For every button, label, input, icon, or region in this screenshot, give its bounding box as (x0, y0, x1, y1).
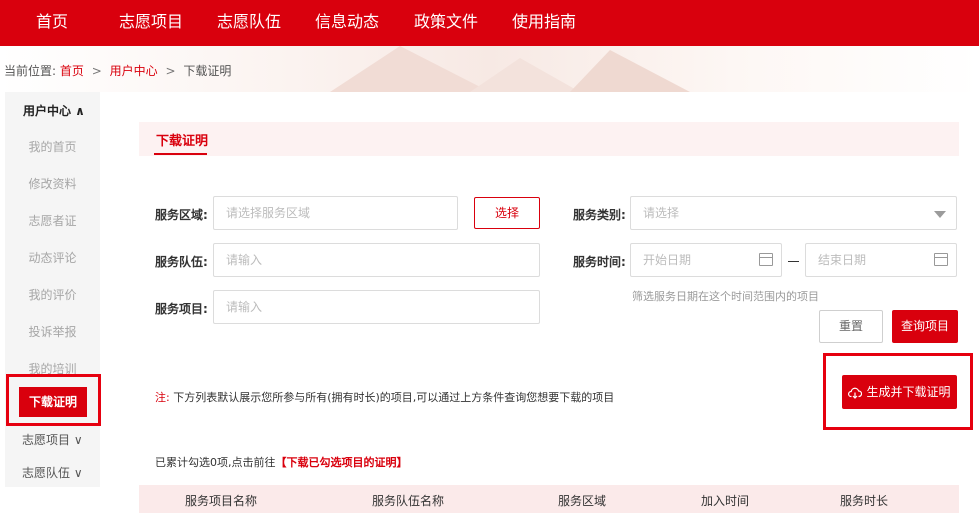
note-prefix: 注: (155, 391, 170, 404)
table-header-join-time: 加入时间 (701, 494, 750, 508)
nav-item-teams[interactable]: 志愿队伍 (217, 0, 281, 46)
section-title-bar: 下载证明 (139, 122, 959, 156)
breadcrumb-separator: > (165, 64, 176, 78)
sidebar-item-my-home[interactable]: 我的首页 (5, 138, 100, 155)
breadcrumb-user-center-link[interactable]: 用户中心 (110, 64, 158, 78)
table-header: 服务项目名称 服务队伍名称 服务区域 加入时间 服务时长 (139, 485, 959, 513)
service-category-placeholder: 请选择 (643, 206, 680, 220)
sidebar-item-comments[interactable]: 动态评论 (5, 249, 100, 266)
banner-mountain-decoration (470, 58, 580, 92)
table-header-area: 服务区域 (558, 494, 607, 508)
service-project-input[interactable]: 请输入 (213, 290, 540, 324)
service-area-label: 服务区域: (155, 208, 208, 222)
nav-item-policies[interactable]: 政策文件 (414, 0, 478, 46)
nav-item-news[interactable]: 信息动态 (315, 0, 379, 46)
breadcrumb-home-link[interactable]: 首页 (60, 64, 84, 78)
query-projects-button[interactable]: 查询项目 (892, 310, 958, 343)
service-team-input[interactable]: 请输入 (213, 243, 540, 277)
sidebar-group-teams[interactable]: 志愿队伍 ∨ (5, 464, 100, 481)
nav-item-home[interactable]: 首页 (36, 0, 68, 46)
sidebar-item-volunteer-card[interactable]: 志愿者证 (5, 212, 100, 229)
nav-item-guide[interactable]: 使用指南 (512, 0, 576, 46)
sidebar-group-projects[interactable]: 志愿项目 ∨ (5, 431, 100, 448)
banner-mountain-decoration (330, 46, 490, 92)
start-date-input[interactable]: 开始日期 (630, 243, 782, 277)
date-range-separator (788, 261, 799, 262)
select-area-button[interactable]: 选择 (474, 197, 540, 229)
breadcrumb: 当前位置: 首页 > 用户中心 > 下载证明 (4, 62, 231, 79)
end-date-input[interactable]: 结束日期 (805, 243, 957, 277)
chevron-down-icon (934, 211, 946, 218)
calendar-icon (934, 253, 948, 266)
list-note: 注: 下方列表默认展示您所参与所有(拥有时长)的项目,可以通过上方条件查询您想要… (155, 389, 614, 405)
selection-counter: 已累计勾选0项,点击前往【下载已勾选项目的证明】 (155, 454, 408, 470)
service-area-input[interactable]: 请选择服务区域 (213, 196, 458, 230)
sidebar-item-my-reviews[interactable]: 我的评价 (5, 286, 100, 303)
page-title: 下载证明 (156, 134, 209, 149)
generate-download-certificate-button[interactable]: 生成并下载证明 (842, 375, 957, 409)
sidebar-highlight-box (6, 374, 101, 426)
date-filter-hint: 筛选服务日期在这个时间范围内的项目 (632, 290, 819, 303)
banner-mountain-decoration (570, 50, 690, 92)
breadcrumb-prefix: 当前位置: (4, 64, 57, 78)
table-header-duration: 服务时长 (840, 494, 889, 508)
reset-button[interactable]: 重置 (819, 310, 883, 343)
service-team-label: 服务队伍: (155, 255, 208, 269)
service-project-label: 服务项目: (155, 302, 208, 316)
cloud-download-icon (848, 387, 863, 399)
sidebar-item-complaints[interactable]: 投诉举报 (5, 323, 100, 340)
sidebar-header-user-center[interactable]: 用户中心 ∧ (23, 102, 85, 119)
selection-count-text: 已累计勾选0项,点击前往 (155, 456, 276, 469)
top-nav: 首页 志愿项目 志愿队伍 信息动态 政策文件 使用指南 (0, 0, 979, 46)
table-header-team-name: 服务队伍名称 (372, 494, 445, 508)
download-button-label: 生成并下载证明 (866, 385, 951, 399)
sidebar: 用户中心 ∧ 我的首页 修改资料 志愿者证 动态评论 我的评价 投诉举报 我的培… (5, 92, 100, 487)
note-text: 下方列表默认展示您所参与所有(拥有时长)的项目,可以通过上方条件查询您想要下载的… (173, 391, 615, 404)
service-time-label: 服务时间: (573, 255, 626, 269)
service-category-label: 服务类别: (573, 208, 626, 222)
breadcrumb-separator: > (91, 64, 102, 78)
title-underline (154, 153, 207, 155)
start-date-placeholder: 开始日期 (643, 253, 692, 267)
breadcrumb-current: 下载证明 (183, 64, 232, 78)
calendar-icon (759, 253, 773, 266)
service-category-select[interactable]: 请选择 (630, 196, 957, 230)
download-selected-certificates-link[interactable]: 【下载已勾选项目的证明】 (276, 456, 408, 469)
sidebar-item-edit-profile[interactable]: 修改资料 (5, 175, 100, 192)
end-date-placeholder: 结束日期 (818, 253, 867, 267)
nav-item-projects[interactable]: 志愿项目 (119, 0, 183, 46)
table-header-project-name: 服务项目名称 (185, 494, 258, 508)
